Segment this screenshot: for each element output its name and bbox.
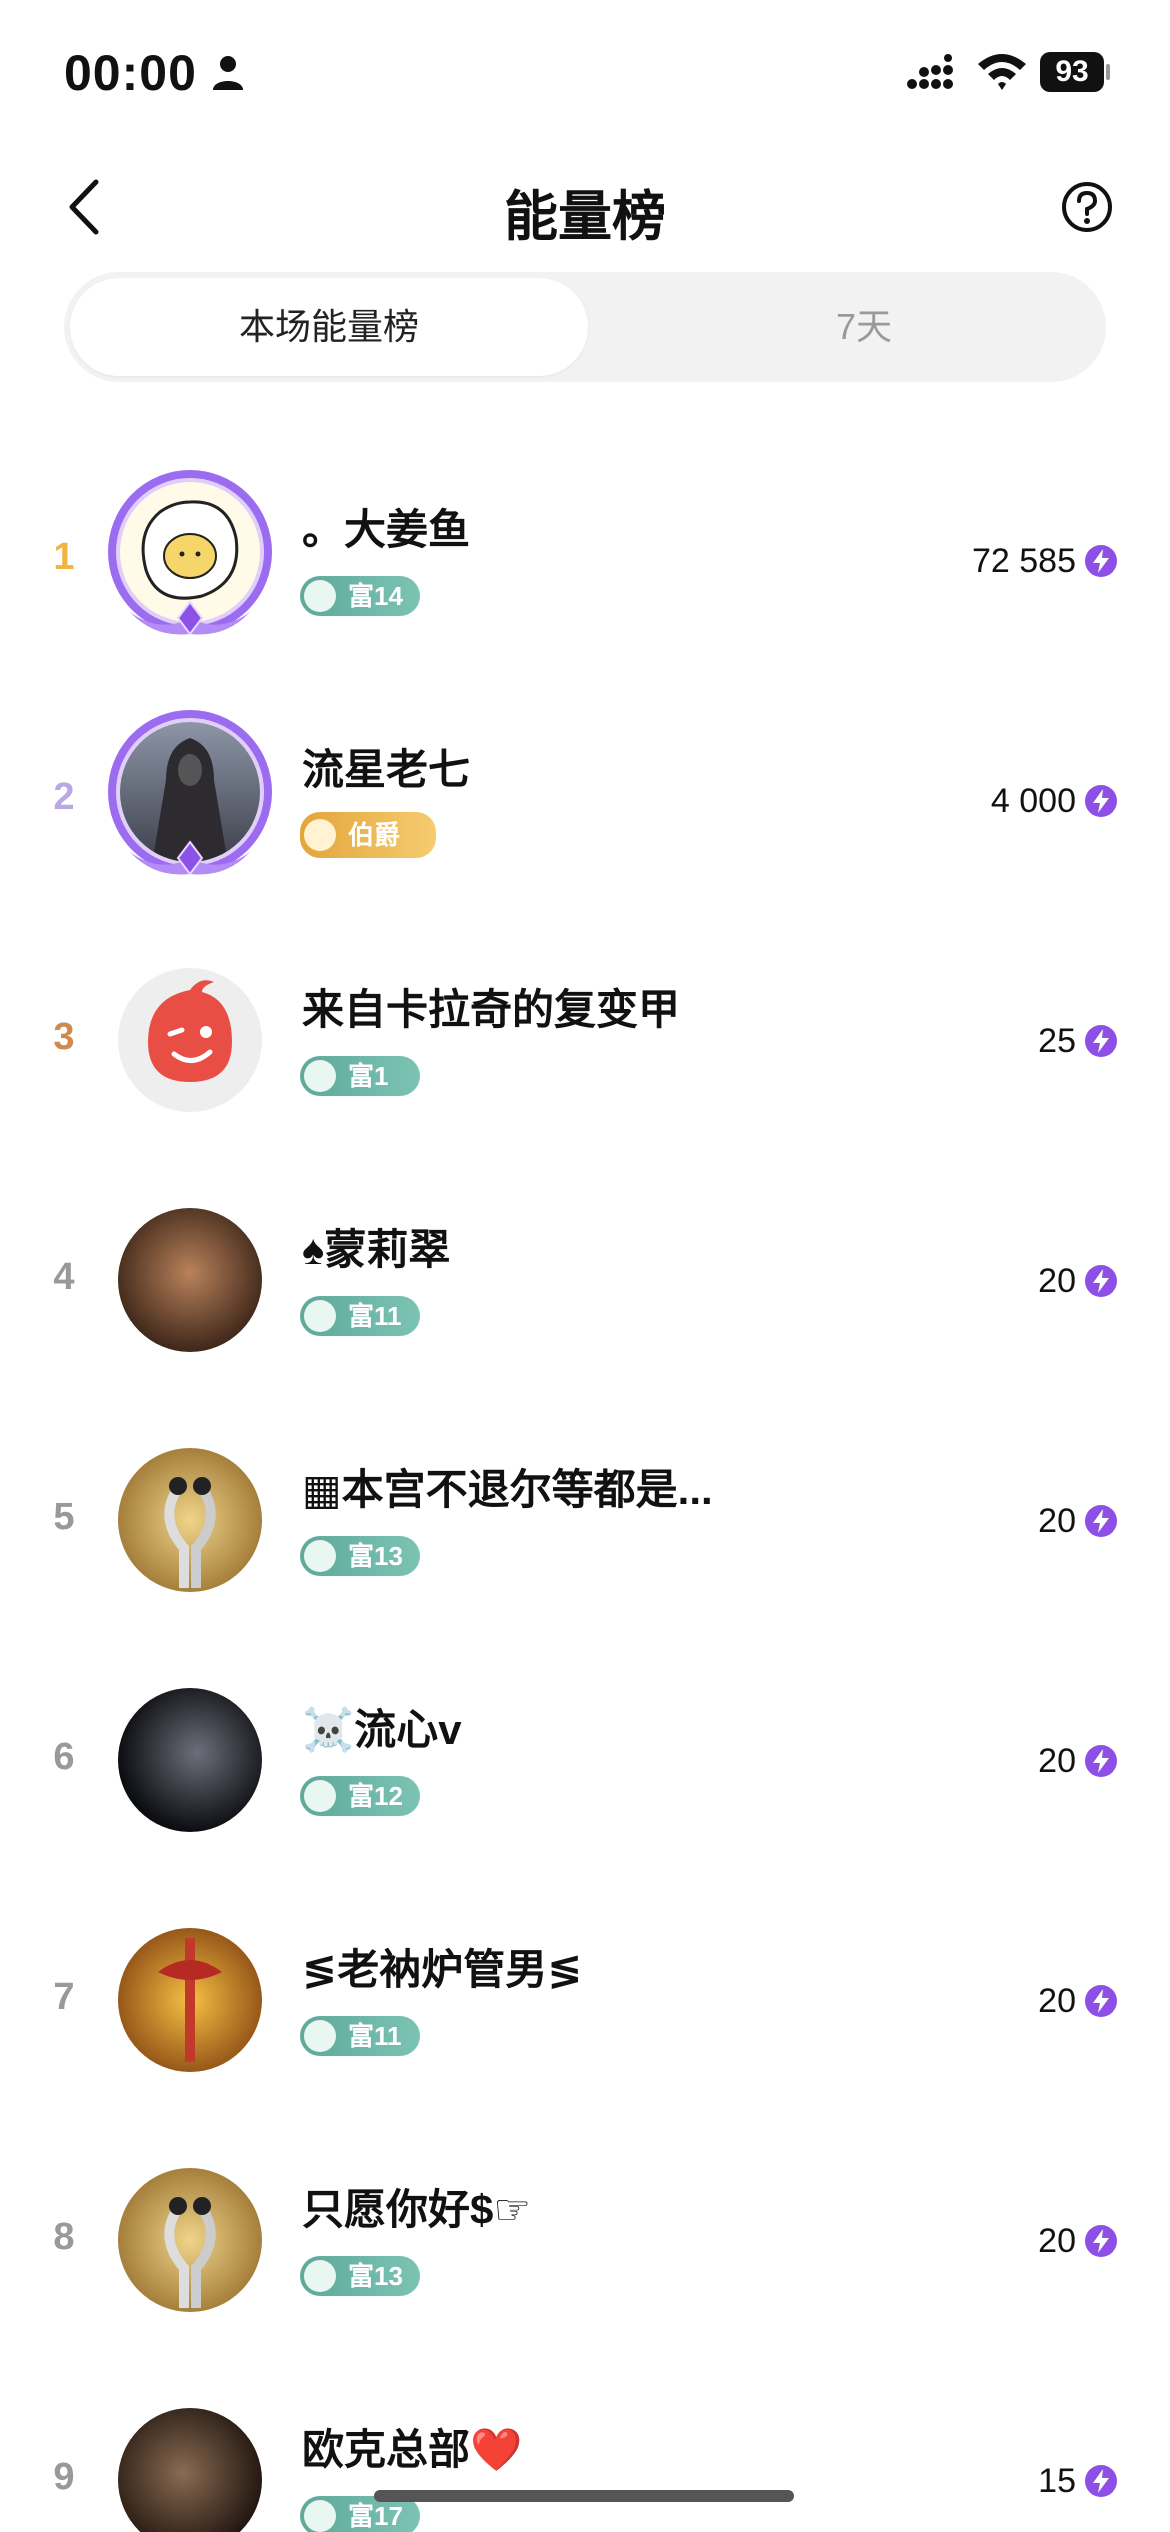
badge-icon: [304, 2260, 336, 2292]
user-name: ▦本宫不退尔等都是...: [302, 1466, 713, 1513]
wealth-badge: 富11: [300, 1296, 420, 1336]
energy-score: 25: [1038, 1022, 1076, 1060]
badge-icon: [304, 1540, 336, 1572]
list-item[interactable]: 7 ≶老衲炉管男≶ 富11 20: [0, 1880, 1170, 2120]
list-item[interactable]: 1 。大姜鱼 富14 72 585: [0, 440, 1170, 680]
user-name: 来自卡拉奇的复变甲: [302, 986, 681, 1033]
energy-score: 20: [1038, 1502, 1076, 1540]
wealth-badge: 富11: [300, 2016, 420, 2056]
energy-icon: [1085, 2225, 1117, 2257]
rank-number: 9: [53, 2456, 75, 2498]
energy-icon: [1085, 1025, 1117, 1057]
wealth-badge: 富1: [300, 1056, 420, 1096]
energy-icon: [1085, 2465, 1117, 2497]
tab-session-energy[interactable]: 本场能量榜: [70, 278, 588, 376]
status-bar: 00:00 93: [0, 0, 1170, 150]
energy-score: 20: [1038, 1262, 1076, 1300]
user-name: 。大姜鱼: [302, 506, 471, 553]
badge-icon: [304, 1300, 336, 1332]
wealth-badge: 富14: [300, 576, 420, 616]
list-item[interactable]: 3 来自卡拉奇的复变甲 富1 25: [0, 920, 1170, 1160]
energy-leaderboard-screen: 00:00 93 能量榜 本场能量榜 7天 1 。大姜鱼 富14 72 585 …: [0, 0, 1170, 2532]
rank-number: 3: [53, 1016, 75, 1058]
page-title: 能量榜: [504, 187, 666, 247]
frame-gem-icon: [130, 840, 250, 876]
user-name: 欧克总部❤️: [302, 2426, 523, 2473]
user-name: ≶老衲炉管男≶: [302, 1946, 583, 1993]
user-name: ♠蒙莉翠: [302, 1226, 451, 1273]
crane-avatar: [118, 2168, 262, 2312]
badge-icon: [304, 2020, 336, 2052]
status-time: 00:00: [64, 45, 197, 101]
battery-tip: [1106, 64, 1110, 80]
badge-icon: [304, 819, 336, 851]
list-item[interactable]: 2 流星老七 伯爵 4 000: [0, 680, 1170, 920]
wealth-badge: 富13: [300, 2256, 420, 2296]
home-indicator[interactable]: [374, 2490, 794, 2502]
energy-icon: [1085, 1265, 1117, 1297]
list-item[interactable]: 5 ▦本宫不退尔等都是... 富13 20: [0, 1400, 1170, 1640]
tab-7-days[interactable]: 7天: [644, 278, 1084, 376]
wealth-badge: 富13: [300, 1536, 420, 1576]
list-item[interactable]: 9 欧克总部❤️ 富17 15: [0, 2360, 1170, 2532]
rank-number: 1: [53, 536, 75, 578]
badge-icon: [304, 2500, 336, 2532]
energy-icon: [1085, 785, 1117, 817]
person-icon: [213, 56, 243, 90]
wifi-icon: [978, 54, 1026, 90]
energy-icon: [1085, 1745, 1117, 1777]
rank-number: 8: [53, 2216, 75, 2258]
energy-score: 20: [1038, 1742, 1076, 1780]
list-item[interactable]: 8 只愿你好$☞ 富13 20: [0, 2120, 1170, 2360]
badge-icon: [304, 580, 336, 612]
face-avatar: [118, 2408, 262, 2532]
cellular-signal-icon: [907, 54, 953, 89]
list-item[interactable]: 6 ☠️流心v 富12 20: [0, 1640, 1170, 1880]
energy-score: 20: [1038, 2222, 1076, 2260]
help-icon[interactable]: [1060, 180, 1114, 234]
wink-avatar: [118, 968, 262, 1112]
leaderboard-tabs: 本场能量榜 7天: [64, 272, 1106, 382]
energy-icon: [1085, 545, 1117, 577]
user-name: 只愿你好$☞: [302, 2186, 532, 2233]
crane-avatar: [118, 1448, 262, 1592]
battery-level: 93: [1040, 52, 1104, 92]
rank-number: 6: [53, 1736, 75, 1778]
dark-avatar: [118, 1688, 262, 1832]
noble-badge: 伯爵: [300, 812, 436, 858]
energy-score: 72 585: [972, 542, 1076, 580]
list-item[interactable]: 4 ♠蒙莉翠 富11 20: [0, 1160, 1170, 1400]
rank-number: 7: [53, 1976, 75, 2018]
energy-icon: [1085, 1985, 1117, 2017]
rank-number: 5: [53, 1496, 75, 1538]
energy-score: 20: [1038, 1982, 1076, 2020]
badge-icon: [304, 1780, 336, 1812]
rank-number: 2: [53, 776, 75, 818]
badge-icon: [304, 1060, 336, 1092]
wealth-badge: 富12: [300, 1776, 420, 1816]
rank-number: 4: [53, 1256, 75, 1298]
sword-avatar: [118, 1928, 262, 2072]
frame-gem-icon: [130, 600, 250, 636]
user-name: 流星老七: [302, 746, 471, 793]
energy-icon: [1085, 1505, 1117, 1537]
energy-score: 4 000: [990, 782, 1076, 820]
energy-score: 15: [1038, 2462, 1076, 2500]
battery-indicator: 93: [1040, 52, 1110, 92]
user-name: ☠️流心v: [302, 1706, 462, 1753]
torso-avatar: [118, 1208, 262, 1352]
